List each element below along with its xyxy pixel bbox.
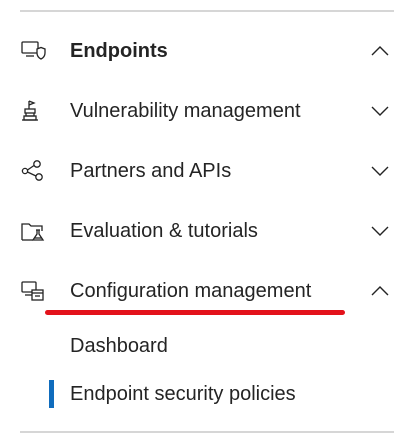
nav-item-evaluation-tutorials[interactable]: Evaluation & tutorials — [0, 206, 414, 256]
nav-item-endpoints[interactable]: Endpoints — [0, 26, 414, 76]
vulnerability-icon — [20, 99, 46, 123]
sub-item-label: Endpoint security policies — [70, 383, 296, 405]
chevron-down-icon[interactable] — [369, 160, 391, 182]
chevron-up-icon[interactable] — [369, 40, 391, 62]
active-indicator — [49, 380, 54, 408]
nav-item-label: Evaluation & tutorials — [70, 220, 258, 242]
chevron-up-icon[interactable] — [369, 280, 391, 302]
endpoint-shield-icon — [20, 39, 46, 63]
sub-item-label: Dashboard — [70, 335, 168, 357]
highlight-underline — [45, 310, 345, 315]
sub-item-dashboard[interactable]: Dashboard — [0, 326, 414, 366]
nav-item-configuration-management[interactable]: Configuration management — [0, 266, 414, 316]
configuration-icon — [20, 279, 46, 303]
chevron-down-icon[interactable] — [369, 220, 391, 242]
top-divider — [20, 10, 394, 12]
nav-item-label: Endpoints — [70, 40, 168, 62]
evaluation-flask-icon — [20, 219, 46, 243]
nav-item-label: Configuration management — [70, 280, 312, 302]
chevron-down-icon[interactable] — [369, 100, 391, 122]
sub-item-endpoint-security-policies[interactable]: Endpoint security policies — [0, 374, 414, 414]
partners-nodes-icon — [20, 159, 46, 183]
nav-item-partners-and-apis[interactable]: Partners and APIs — [0, 146, 414, 196]
bottom-divider — [20, 431, 394, 433]
nav-item-vulnerability-management[interactable]: Vulnerability management — [0, 86, 414, 136]
nav-item-label: Partners and APIs — [70, 160, 232, 182]
nav-item-label: Vulnerability management — [70, 100, 301, 122]
